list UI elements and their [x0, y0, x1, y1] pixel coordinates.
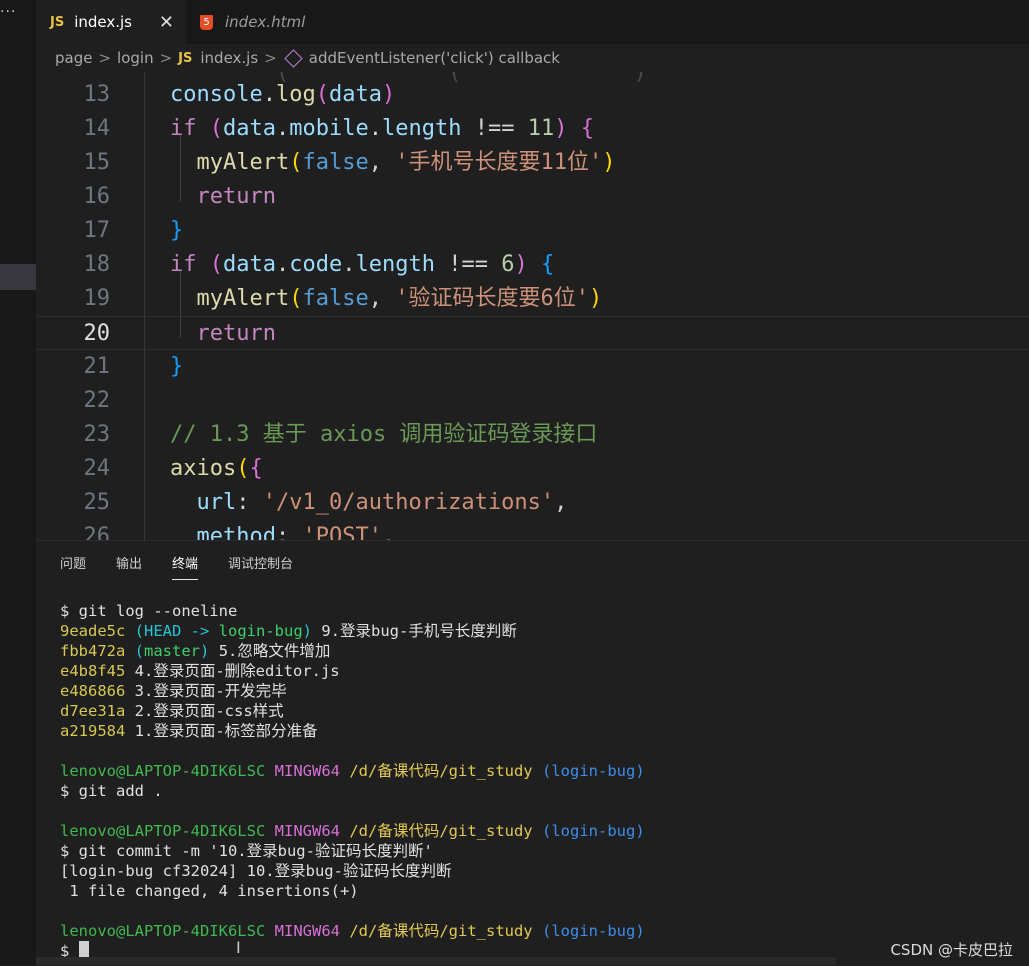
code-text: return — [196, 321, 276, 346]
code-line: 13 console.log(data) — [36, 78, 1029, 112]
code-text: method: 'POST', — [196, 524, 396, 540]
code-line: 15 myAlert(false, '手机号长度要11位') — [36, 146, 1029, 180]
breadcrumb-item[interactable]: page — [55, 49, 92, 67]
close-icon[interactable]: ✕ — [159, 12, 174, 33]
code-line: 19 myAlert(false, '验证码长度要6位') — [36, 282, 1029, 316]
activity-bar: ··· — [0, 0, 36, 965]
terminal-prompt: lenovo@LAPTOP-4DIK6LSC MINGW64 /d/备课代码/g… — [60, 922, 645, 940]
method-cube-icon — [284, 48, 303, 68]
editor-tab-bar: JS index.js ✕ 5 index.html — [36, 0, 1029, 44]
line-number: 26 — [83, 524, 111, 540]
terminal-prompt: lenovo@LAPTOP-4DIK6LSC MINGW64 /d/备课代码/g… — [60, 762, 645, 780]
chevron-right-icon: > — [159, 49, 173, 67]
tab-output[interactable]: 输出 — [116, 553, 142, 579]
code-line: 25 url: '/v1_0/authorizations', — [36, 486, 1029, 520]
code-text: } — [170, 354, 184, 379]
line-number: 18 — [83, 252, 111, 277]
javascript-file-icon: JS — [178, 50, 193, 66]
code-line: 21 } — [36, 350, 1029, 384]
terminal-command: $ git log --oneline — [60, 602, 238, 620]
breadcrumb-item[interactable]: addEventListener('click') callback — [309, 49, 560, 67]
line-number: 21 — [83, 354, 111, 379]
code-text: myAlert(false, '验证码长度要6位') — [196, 286, 603, 311]
line-number: 13 — [83, 82, 111, 107]
code-line: 17 } — [36, 214, 1029, 248]
code-text: console.log(data) — [170, 82, 396, 107]
tab-label: index.html — [225, 13, 306, 31]
code-line: 14 if (data.mobile.length !== 11) { — [36, 112, 1029, 146]
line-number: 25 — [83, 490, 111, 515]
chevron-right-icon: > — [264, 49, 277, 67]
code-line: 18 if (data.code.length !== 6) { — [36, 248, 1029, 282]
tab-label: index.js — [74, 13, 132, 31]
terminal-prompt: lenovo@LAPTOP-4DIK6LSC MINGW64 /d/备课代码/g… — [60, 822, 645, 840]
log-entry: fbb472a (master) 5.忽略文件增加 — [60, 642, 331, 660]
breadcrumb-item[interactable]: index.js — [200, 49, 258, 67]
code-line: 16 return — [36, 180, 1029, 214]
code-line: 24 axios({ — [36, 452, 1029, 486]
terminal-command: $ git commit -m '10.登录bug-验证码长度判断' — [60, 842, 433, 860]
breadcrumb: page > login > JS index.js > addEventLis… — [36, 44, 1029, 72]
code-line: 26 method: 'POST', — [36, 520, 1029, 540]
terminal-command: $ git add . — [60, 782, 163, 800]
line-number: 17 — [83, 218, 111, 243]
line-number: 16 — [83, 184, 111, 209]
breadcrumb-item[interactable]: login — [117, 49, 154, 67]
log-entry: d7ee31a 2.登录页面-css样式 — [60, 702, 284, 720]
code-text: url: '/v1_0/authorizations', — [196, 490, 568, 515]
watermark: CSDN @卡皮巴拉 — [890, 941, 1013, 959]
code-text: myAlert(false, '手机号长度要11位') — [196, 150, 616, 175]
tab-index-html[interactable]: 5 index.html — [186, 0, 334, 44]
terminal-output-line: [login-bug cf32024] 10.登录bug-验证码长度判断 — [60, 862, 452, 880]
line-number: 15 — [83, 150, 111, 175]
horizontal-scrollbar[interactable] — [36, 957, 836, 965]
tab-terminal[interactable]: 终端 — [172, 553, 199, 580]
tab-debug-console[interactable]: 调试控制台 — [228, 553, 293, 579]
code-line: 22 — [36, 384, 1029, 418]
terminal-output[interactable]: $ git log --oneline 9eade5c (HEAD -> log… — [60, 601, 645, 961]
code-text: if (data.mobile.length !== 11) { — [170, 116, 594, 141]
chevron-right-icon: > — [98, 49, 112, 67]
line-number: 23 — [83, 422, 111, 447]
code-line-current: 20 return — [36, 316, 1029, 350]
log-entry: e486866 3.登录页面-开发完毕 — [60, 682, 287, 700]
tab-problems[interactable]: 问题 — [60, 553, 86, 579]
code-text: axios({ — [170, 456, 263, 481]
log-entry: 9eade5c (HEAD -> login-bug) 9.登录bug-手机号长… — [60, 622, 517, 640]
line-number: 24 — [83, 456, 111, 481]
panel-tabs: 问题 输出 终端 调试控制台 — [60, 553, 323, 580]
code-text: if (data.code.length !== 6) { — [170, 252, 555, 277]
code-line: 23 // 1.3 基于 axios 调用验证码登录接口 — [36, 418, 1029, 452]
line-number: 22 — [83, 388, 111, 413]
html5-file-icon: 5 — [200, 14, 213, 30]
code-comment: // 1.3 基于 axios 调用验证码登录接口 — [170, 422, 598, 447]
more-icon[interactable]: ··· — [0, 4, 16, 20]
text-cursor-icon: I — [236, 938, 241, 957]
bottom-panel: 问题 输出 终端 调试控制台 $ git log --oneline 9eade… — [36, 540, 1029, 966]
code-text: } — [170, 218, 184, 243]
line-number: 20 — [83, 321, 111, 346]
line-number: 14 — [83, 116, 111, 141]
activity-selected-item[interactable] — [0, 264, 36, 290]
log-entry: e4b8f45 4.登录页面-删除editor.js — [60, 662, 340, 680]
log-entry: a219584 1.登录页面-标签部分准备 — [60, 722, 318, 740]
tab-index-js[interactable]: JS index.js ✕ — [36, 0, 186, 44]
code-text: return — [196, 184, 276, 209]
terminal-output-line: 1 file changed, 4 insertions(+) — [60, 882, 359, 900]
javascript-file-icon: JS — [50, 14, 65, 30]
line-number: 19 — [83, 286, 111, 311]
code-editor[interactable]: ( ( ) 13 console.log(data) 14 if (data.m… — [36, 72, 1029, 540]
